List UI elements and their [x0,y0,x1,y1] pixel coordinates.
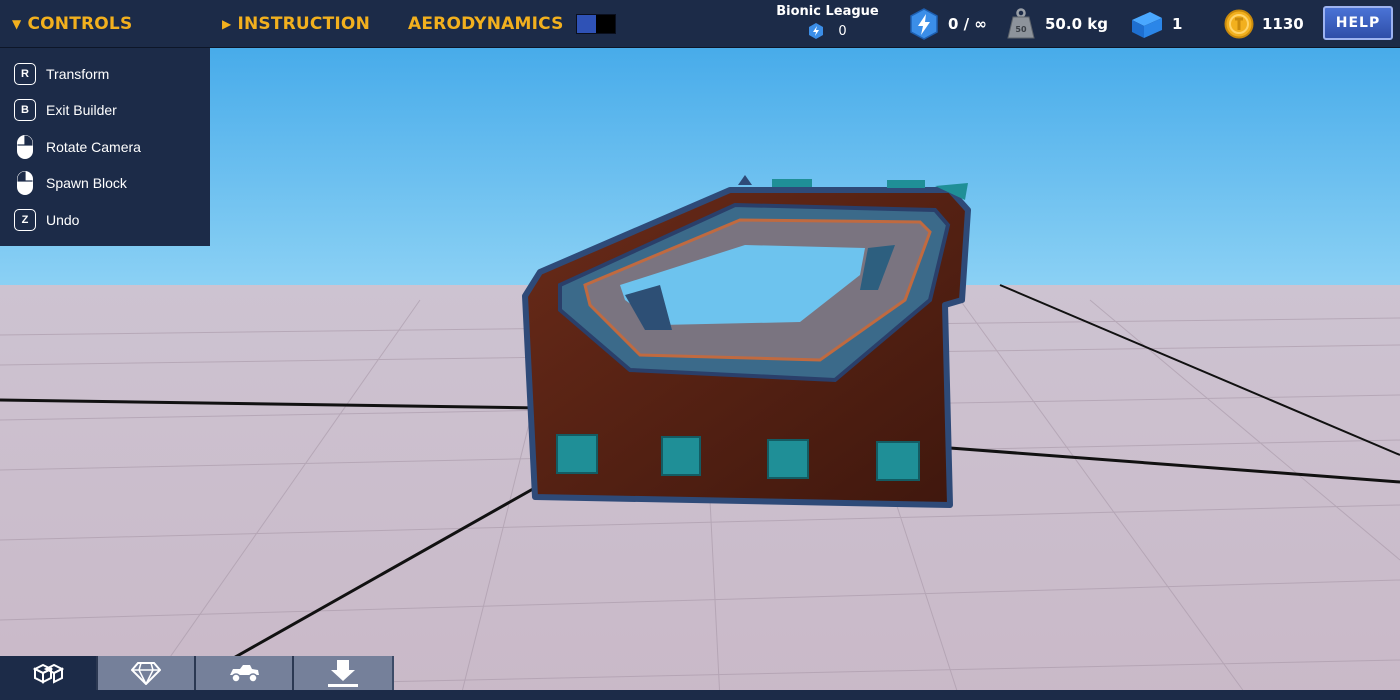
vehicle-tab-button[interactable] [196,656,294,690]
coins-stat: 1130 [1224,0,1304,48]
key-z-icon: Z [14,209,36,231]
energy-stat: 0 / ∞ [908,0,987,48]
block-icon [1132,12,1162,38]
aerodynamics-toggle[interactable]: AERODYNAMICS [408,0,616,48]
switch-knob [576,15,596,33]
league-points: 0 [838,23,847,39]
league-points-icon [809,23,824,39]
control-exit-builder: B Exit Builder [14,97,117,123]
weight-value: 50.0 kg [1045,15,1108,33]
help-button[interactable]: HELP [1323,6,1393,40]
control-spawn-block: Spawn Block [14,170,127,196]
controls-panel: R Transform B Exit Builder Rotate Camera… [0,48,210,246]
game-viewport[interactable] [0,0,1400,700]
key-b-icon: B [14,99,36,121]
key-r-icon: R [14,63,36,85]
instruction-label: INSTRUCTION [237,14,371,34]
bottom-strip [0,690,1400,700]
blocks-value: 1 [1172,15,1183,33]
control-label: Undo [46,212,80,228]
blocks-icon [32,663,64,684]
control-undo: Z Undo [14,207,79,233]
weight-icon: 50 [1007,8,1035,39]
aerodynamics-switch[interactable] [575,14,616,34]
svg-text:50: 50 [1015,25,1027,34]
gems-tab-button[interactable] [98,656,196,690]
control-rotate-camera: Rotate Camera [14,134,141,160]
triangle-right-icon: ▶ [222,17,232,31]
coin-icon [1224,9,1254,39]
league-info: Bionic League 0 [770,4,885,39]
weight-stat: 50 50.0 kg [1005,0,1108,48]
coins-value: 1130 [1262,15,1304,33]
diamond-icon [131,662,161,685]
control-label: Exit Builder [46,102,117,118]
control-label: Rotate Camera [46,139,141,155]
energy-value: 0 / ∞ [948,15,987,33]
energy-icon [910,8,938,40]
league-name: Bionic League [776,4,879,19]
bottom-toolbar [0,656,394,690]
aerodynamics-label: AERODYNAMICS [408,14,564,34]
blocks-stat: 1 [1128,0,1182,48]
instruction-toggle[interactable]: ▶ INSTRUCTION [222,0,370,48]
control-label: Spawn Block [46,175,127,191]
controls-label: CONTROLS [27,14,133,34]
vehicle-icon [230,665,259,683]
mouse-left-icon [17,171,33,195]
triangle-down-icon: ▼ [12,17,22,31]
download-icon [328,660,358,687]
blocks-tab-button[interactable] [0,656,98,690]
download-button[interactable] [294,656,392,690]
mouse-right-icon [17,135,33,159]
top-bar: ▼ CONTROLS ▶ INSTRUCTION AERODYNAMICS Bi… [0,0,1400,48]
control-label: Transform [46,66,110,82]
control-transform: R Transform [14,61,109,87]
controls-toggle[interactable]: ▼ CONTROLS [12,0,132,48]
